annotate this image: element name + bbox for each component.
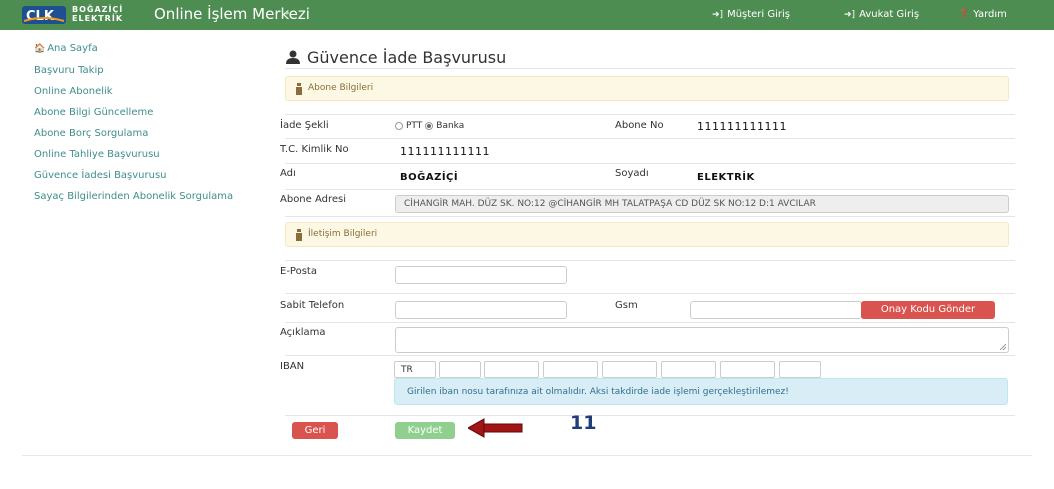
- radio-ptt-label: PTT: [406, 121, 423, 131]
- section-title: İletişim Bilgileri: [308, 229, 378, 239]
- help-icon: ❓: [958, 9, 970, 20]
- sidebar-item-online-tahliye[interactable]: Online Tahliye Başvurusu: [34, 148, 249, 161]
- iade-sekli-label: İade Şekli: [280, 120, 329, 131]
- login-icon: ➜]: [844, 9, 856, 20]
- save-button[interactable]: Kaydet: [395, 422, 455, 439]
- tc-value: 111111111111: [400, 145, 490, 158]
- eposta-label: E-Posta: [280, 266, 317, 277]
- nav-avukat-giris[interactable]: ➜] Avukat Giriş: [844, 9, 919, 20]
- tc-label: T.C. Kimlik No: [280, 144, 349, 155]
- iban-prefix-field: TR: [394, 361, 436, 378]
- svg-text:CLK: CLK: [26, 9, 55, 24]
- divider: [285, 163, 1015, 164]
- divider: [285, 355, 1015, 356]
- brand-name: BOĞAZİÇİ ELEKTRİK: [72, 5, 123, 23]
- send-code-button[interactable]: Onay Kodu Gönder: [861, 301, 995, 319]
- sidebar-item-sayac-sorgulama[interactable]: Sayaç Bilgilerinden Abonelik Sorgulama: [34, 190, 249, 203]
- annotation-step-number: 11: [570, 412, 597, 434]
- phone-field[interactable]: [395, 301, 567, 319]
- iban-segment-6[interactable]: [720, 361, 775, 378]
- nav-label: Müşteri Giriş: [727, 9, 791, 20]
- sidebar: 🏠 Ana Sayfa Başvuru Takip Online Abonelik…: [34, 42, 249, 211]
- brand-line-2: ELEKTRİK: [72, 14, 124, 23]
- soyadi-label: Soyadı: [615, 168, 649, 179]
- radio-ptt[interactable]: [395, 122, 403, 130]
- page-title: Güvence İade Başvurusu: [285, 46, 1015, 68]
- status-dot: •: [284, 7, 291, 20]
- abone-no-value: 111111111111: [697, 120, 787, 133]
- aciklama-label: Açıklama: [280, 327, 326, 338]
- email-field[interactable]: [395, 266, 567, 284]
- page-title-text: Güvence İade Başvurusu: [307, 47, 507, 67]
- adi-value: BOĞAZİÇİ: [400, 172, 459, 183]
- annotation-arrow-icon: [468, 418, 523, 438]
- sabit-telefon-label: Sabit Telefon: [280, 300, 345, 311]
- divider: [285, 138, 1015, 139]
- user-icon: [286, 50, 300, 64]
- gsm-field[interactable]: [690, 301, 862, 319]
- sidebar-item-abone-bilgi-guncelleme[interactable]: Abone Bilgi Güncelleme: [34, 106, 249, 119]
- iban-info-alert: Girilen iban nosu tarafınıza ait olmalıd…: [394, 378, 1008, 405]
- nav-yardim[interactable]: ❓ Yardım: [958, 9, 1007, 20]
- iban-segment-3[interactable]: [543, 361, 598, 378]
- iban-segment-5[interactable]: [661, 361, 716, 378]
- divider: [285, 216, 1015, 217]
- description-textarea[interactable]: [395, 327, 1009, 353]
- top-navbar: CLK BOĞAZİÇİ ELEKTRİK Online İşlem Merke…: [0, 0, 1054, 30]
- sidebar-item-ana-sayfa[interactable]: 🏠 Ana Sayfa: [34, 42, 249, 56]
- section-header-subscriber: Abone Bilgileri: [285, 76, 1009, 101]
- iban-segment-2[interactable]: [484, 361, 539, 378]
- abone-no-label: Abone No: [615, 120, 664, 131]
- main-content: Güvence İade Başvurusu Abone Bilgileri İ…: [280, 46, 1015, 372]
- home-icon: 🏠: [34, 44, 46, 54]
- nav-label: Avukat Giriş: [859, 9, 920, 20]
- adres-label: Abone Adresi: [280, 194, 347, 205]
- nav-musteri-giris[interactable]: ➜] Müşteri Giriş: [712, 9, 790, 20]
- footer-divider: [22, 455, 1032, 456]
- info-icon: [296, 83, 302, 95]
- section-header-contact: İletişim Bilgileri: [285, 222, 1009, 247]
- divider: [285, 189, 1015, 190]
- back-button[interactable]: Geri: [292, 422, 338, 439]
- iban-label: IBAN: [280, 361, 305, 372]
- adres-field: CİHANGİR MAH. DÜZ SK. NO:12 @CİHANGİR MH…: [395, 195, 1009, 213]
- iban-segment-1[interactable]: [439, 361, 481, 378]
- login-icon: ➜]: [712, 9, 724, 20]
- company-logo[interactable]: CLK: [22, 6, 66, 24]
- soyadi-value: ELEKTRİK: [697, 172, 755, 183]
- divider: [285, 293, 1015, 294]
- nav-label: Yardım: [973, 9, 1007, 20]
- radio-banka[interactable]: [425, 122, 434, 130]
- sidebar-item-abone-borc-sorgulama[interactable]: Abone Borç Sorgulama: [34, 127, 249, 140]
- iban-segment-7[interactable]: [779, 361, 821, 378]
- divider: [285, 68, 1015, 69]
- gsm-label: Gsm: [615, 300, 638, 311]
- section-title: Abone Bilgileri: [308, 83, 374, 93]
- info-icon: [296, 229, 302, 241]
- radio-banka-label: Banka: [436, 121, 465, 131]
- resize-handle-icon[interactable]: [1000, 344, 1006, 350]
- divider: [285, 260, 1015, 261]
- sidebar-item-guvence-iadesi[interactable]: Güvence İadesi Başvurusu: [34, 169, 249, 182]
- sidebar-item-label: Ana Sayfa: [47, 43, 98, 54]
- sidebar-item-online-abonelik[interactable]: Online Abonelik: [34, 85, 249, 98]
- iban-segment-4[interactable]: [602, 361, 657, 378]
- adi-label: Adı: [280, 168, 296, 179]
- brand-line-1: BOĞAZİÇİ: [72, 5, 124, 14]
- divider: [285, 322, 1015, 323]
- iade-sekli-radio-group: PTT Banka: [395, 121, 464, 131]
- divider: [285, 415, 1015, 416]
- sidebar-item-basvuru-takip[interactable]: Başvuru Takip: [34, 64, 249, 77]
- divider: [285, 114, 1015, 115]
